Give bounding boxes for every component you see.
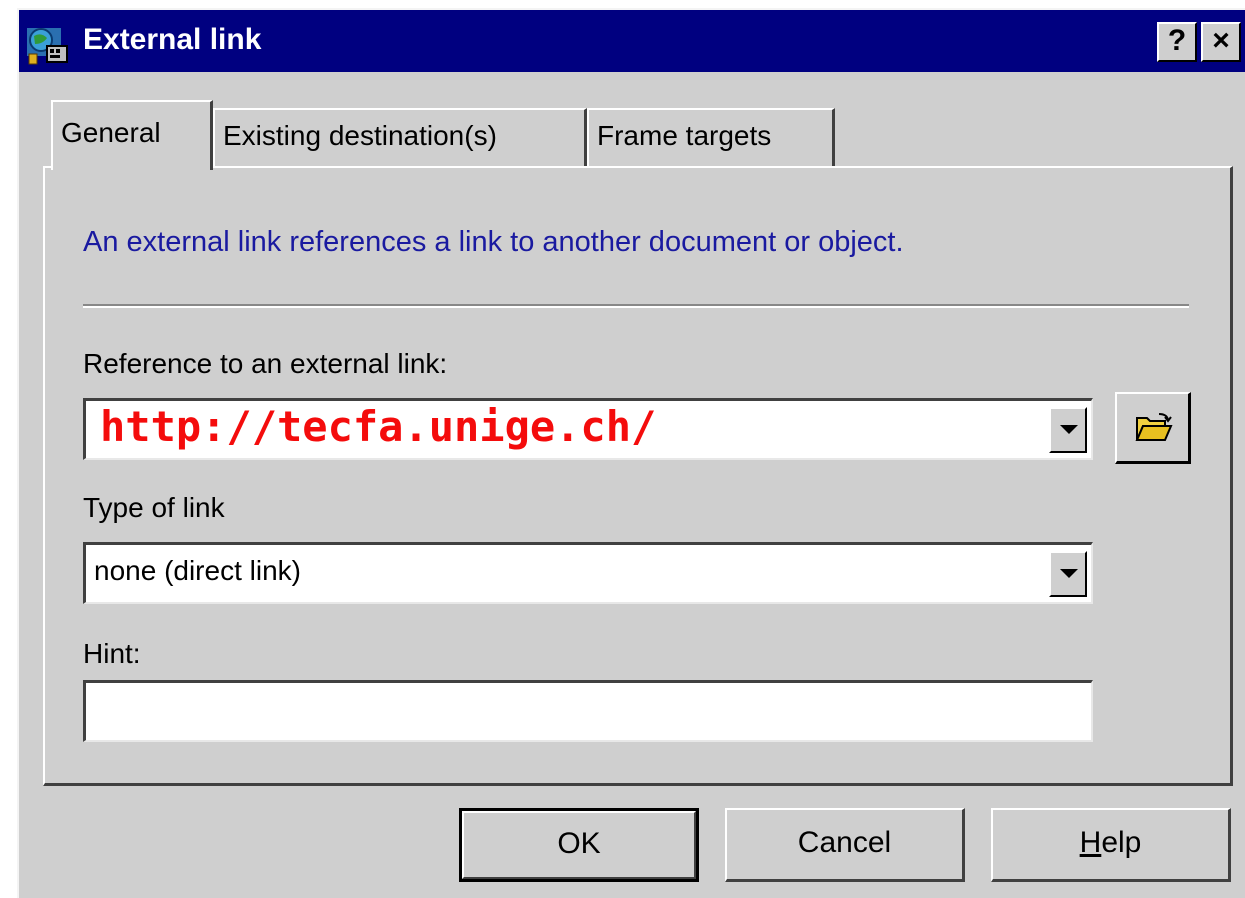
type-dropdown-button[interactable] (1049, 551, 1087, 597)
title-bar[interactable]: External link ? × (19, 10, 1245, 72)
type-value: none (direct link) (94, 555, 301, 586)
help-button[interactable]: Help (991, 808, 1231, 882)
ok-button[interactable]: OK (459, 808, 699, 882)
reference-label: Reference to an external link: (83, 348, 448, 379)
hint-label: Hint: (83, 638, 141, 669)
close-button[interactable]: × (1201, 22, 1241, 62)
open-folder-icon (1135, 412, 1173, 444)
reference-value[interactable]: http://tecfa.unige.ch/ (100, 402, 656, 451)
hint-field[interactable] (83, 680, 1093, 742)
cancel-button-label: Cancel (797, 826, 892, 859)
external-link-dialog: External link ? × General Existing desti… (17, 8, 1245, 898)
chevron-down-icon (1060, 569, 1078, 578)
help-button-accelerator: H (1079, 826, 1102, 859)
type-label: Type of link (83, 492, 225, 523)
reference-combobox[interactable]: http://tecfa.unige.ch/ (83, 398, 1093, 460)
separator (83, 304, 1189, 308)
cancel-button[interactable]: Cancel (725, 808, 965, 882)
app-icon (25, 22, 69, 66)
general-tab-panel: An external link references a link to an… (43, 166, 1233, 786)
tab-general[interactable]: General (51, 100, 213, 170)
tab-frame-targets[interactable]: Frame targets (587, 108, 835, 166)
ok-button-label: OK (557, 827, 601, 860)
tab-existing-destinations-label: Existing destination(s) (223, 120, 497, 151)
tab-general-label: General (61, 117, 161, 148)
tab-frame-targets-label: Frame targets (597, 120, 772, 151)
type-of-link-select[interactable]: none (direct link) (83, 542, 1093, 604)
reference-dropdown-button[interactable] (1049, 407, 1087, 453)
tab-existing-destinations[interactable]: Existing destination(s) (213, 108, 587, 166)
help-button-label: elp (1101, 826, 1142, 859)
info-text: An external link references a link to an… (83, 226, 904, 258)
dialog-title: External link (83, 23, 262, 56)
help-title-button[interactable]: ? (1157, 22, 1197, 62)
browse-button[interactable] (1115, 392, 1191, 464)
chevron-down-icon (1060, 425, 1078, 434)
